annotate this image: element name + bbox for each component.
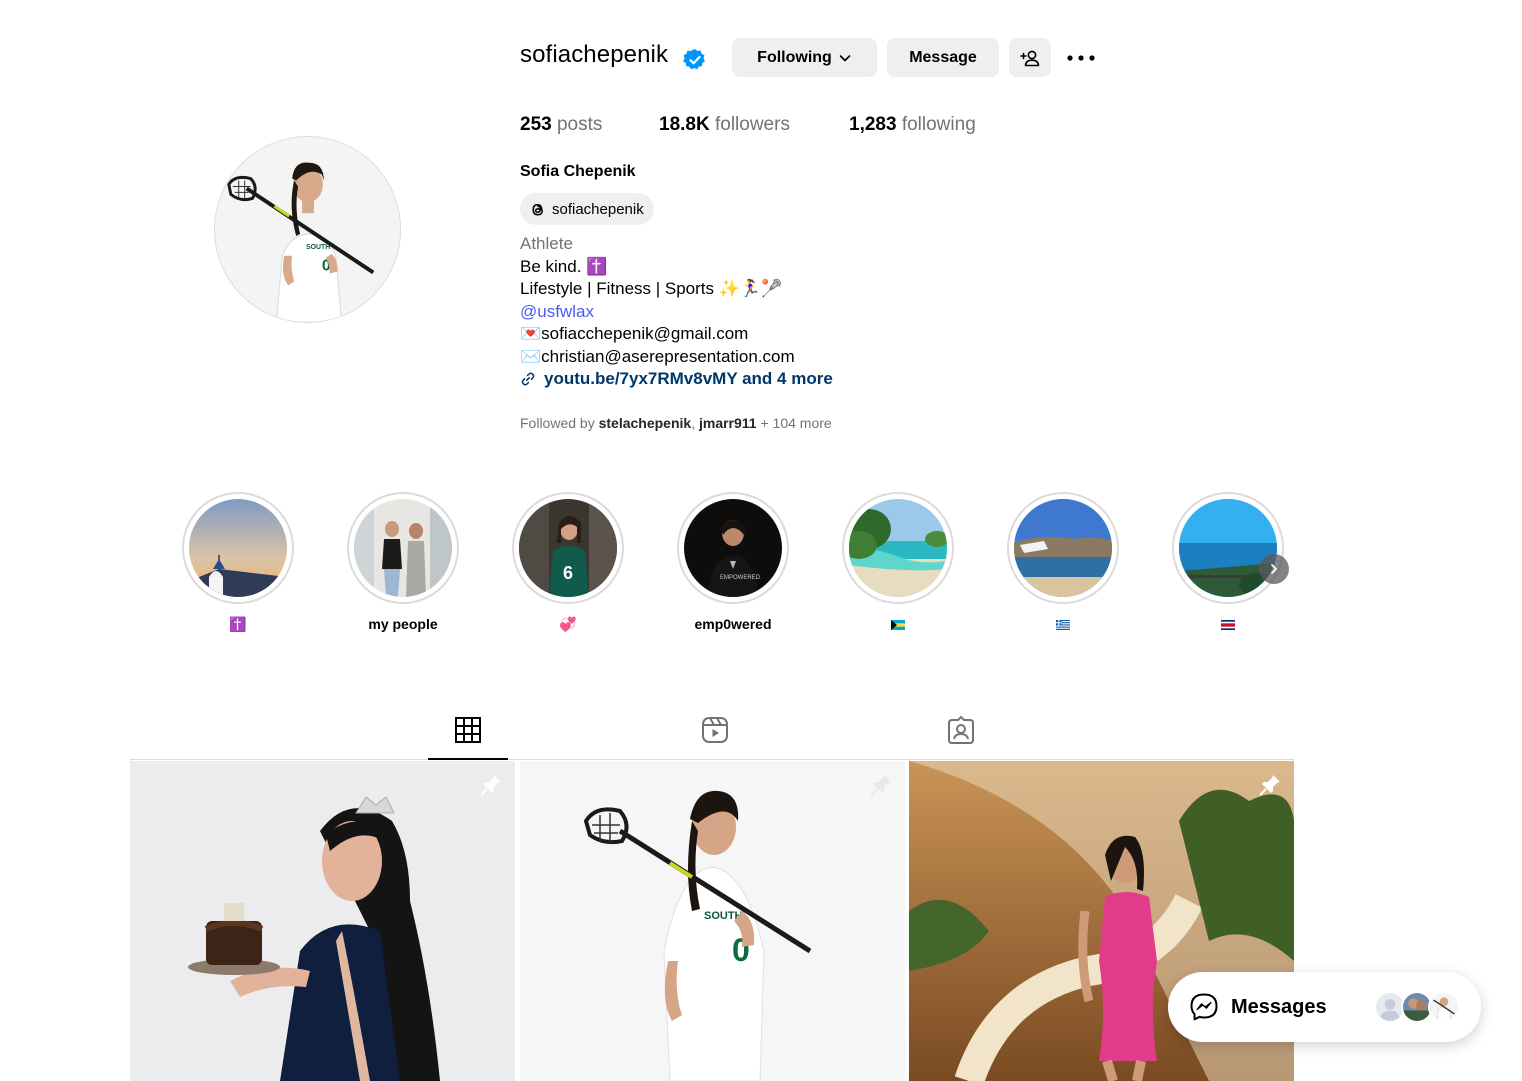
threads-icon — [532, 203, 544, 215]
bahamas-flag-icon — [891, 620, 905, 631]
posts-count-label: posts — [556, 114, 603, 135]
highlights-next-button[interactable] — [1259, 554, 1289, 584]
posts-count: 253 posts — [520, 114, 602, 136]
more-options-button[interactable] — [1064, 44, 1098, 72]
chevron-right-icon — [1271, 564, 1277, 574]
following-count-value: 1,283 — [849, 114, 897, 135]
post-thumbnail[interactable]: SOUTH 0 — [520, 761, 905, 1081]
followed-by-separator: , — [691, 415, 699, 431]
bio-email: 💌sofiacchepenik@gmail.com — [520, 324, 749, 343]
add-user-icon — [1020, 50, 1040, 66]
following-count[interactable]: 1,283 following — [849, 114, 976, 136]
highlight-label — [1172, 616, 1284, 634]
bio-category: Athlete — [520, 234, 573, 253]
svg-text:SOUTH: SOUTH — [306, 244, 330, 251]
pinned-post-icon — [870, 775, 891, 796]
messages-label: Messages — [1231, 995, 1327, 1018]
followed-by[interactable]: Followed by stelachepenik, jmarr911 + 10… — [520, 415, 832, 431]
highlight-label: ✝️ — [229, 616, 247, 632]
highlight-label: emp0wered — [694, 616, 772, 632]
followed-by-user: stelachepenik — [598, 415, 692, 431]
highlight-cover — [1014, 499, 1112, 597]
tab-posts[interactable] — [428, 716, 508, 760]
link-icon — [521, 372, 535, 386]
followers-count-value: 18.8K — [659, 114, 710, 135]
messages-bar[interactable]: Messages — [1168, 972, 1481, 1042]
greece-flag-icon — [1056, 620, 1070, 631]
svg-text:6: 6 — [563, 563, 573, 583]
following-count-label: following — [901, 114, 976, 135]
story-highlight[interactable]: EMPOWERED emp0wered — [677, 492, 789, 634]
story-highlight[interactable] — [1007, 492, 1119, 634]
highlight-cover — [1179, 499, 1277, 597]
story-highlight[interactable]: my people — [347, 492, 459, 634]
grid-icon — [455, 717, 481, 743]
followers-count[interactable]: 18.8K followers — [659, 114, 790, 136]
pinned-post-icon — [480, 775, 501, 796]
bio-email: ✉️christian@aserepresentation.com — [520, 346, 795, 366]
svg-text:EMPOWERED: EMPOWERED — [720, 575, 761, 581]
threads-handle: sofiachepenik — [552, 200, 644, 218]
following-button[interactable]: Following — [732, 38, 877, 77]
messenger-icon — [1190, 993, 1218, 1021]
conversation-avatar — [1428, 991, 1460, 1023]
followed-by-more: + 104 more — [756, 415, 832, 431]
bio-line: Lifestyle | Fitness | Sports ✨🏃‍♀️🥍 — [520, 279, 783, 298]
highlight-label: 💞 — [559, 616, 577, 632]
highlight-cover: EMPOWERED — [684, 499, 782, 597]
highlight-cover — [189, 499, 287, 597]
more-horizontal-icon — [1067, 55, 1095, 61]
profile-bio: Athlete Be kind. ✝️ Lifestyle | Fitness … — [520, 233, 833, 391]
followers-count-label: followers — [714, 114, 790, 135]
highlight-cover — [849, 499, 947, 597]
profile-username: sofiachepenik — [520, 41, 669, 68]
bio-link-text: youtu.be/7yx7RMv8vMY and 4 more — [544, 369, 833, 388]
post-thumbnail[interactable] — [130, 761, 515, 1081]
message-button[interactable]: Message — [887, 38, 999, 77]
pinned-post-icon — [1259, 775, 1280, 796]
posts-count-value: 253 — [520, 114, 552, 135]
bio-external-link[interactable]: youtu.be/7yx7RMv8vMY and 4 more — [520, 368, 833, 391]
story-highlight[interactable]: 6 💞 — [512, 492, 624, 634]
followed-by-user: jmarr911 — [698, 415, 757, 431]
suggest-users-button[interactable] — [1009, 38, 1051, 77]
story-highlight[interactable]: ✝️ — [182, 492, 294, 634]
highlight-label — [842, 616, 954, 634]
followed-by-prefix: Followed by — [520, 415, 599, 431]
profile-full-name: Sofia Chepenik — [520, 163, 636, 180]
chevron-down-icon — [839, 54, 851, 61]
verified-badge-icon — [683, 48, 705, 70]
tagged-icon — [948, 716, 974, 744]
highlight-cover: 6 — [519, 499, 617, 597]
threads-profile-link[interactable]: sofiachepenik — [520, 193, 654, 225]
highlight-label: my people — [368, 616, 438, 632]
reels-icon — [702, 717, 728, 743]
following-button-label: Following — [757, 48, 832, 66]
costa-rica-flag-icon — [1221, 620, 1235, 631]
tab-tagged[interactable] — [921, 716, 1001, 760]
tab-reels[interactable] — [675, 716, 755, 760]
highlight-label — [1007, 616, 1119, 634]
message-button-label: Message — [909, 48, 977, 66]
bio-mention-link[interactable]: @usfwlax — [520, 301, 833, 324]
profile-avatar[interactable]: SOUTH 0 — [214, 136, 401, 323]
highlight-cover — [354, 499, 452, 597]
story-highlight[interactable] — [842, 492, 954, 634]
bio-line: Be kind. ✝️ — [520, 256, 608, 276]
